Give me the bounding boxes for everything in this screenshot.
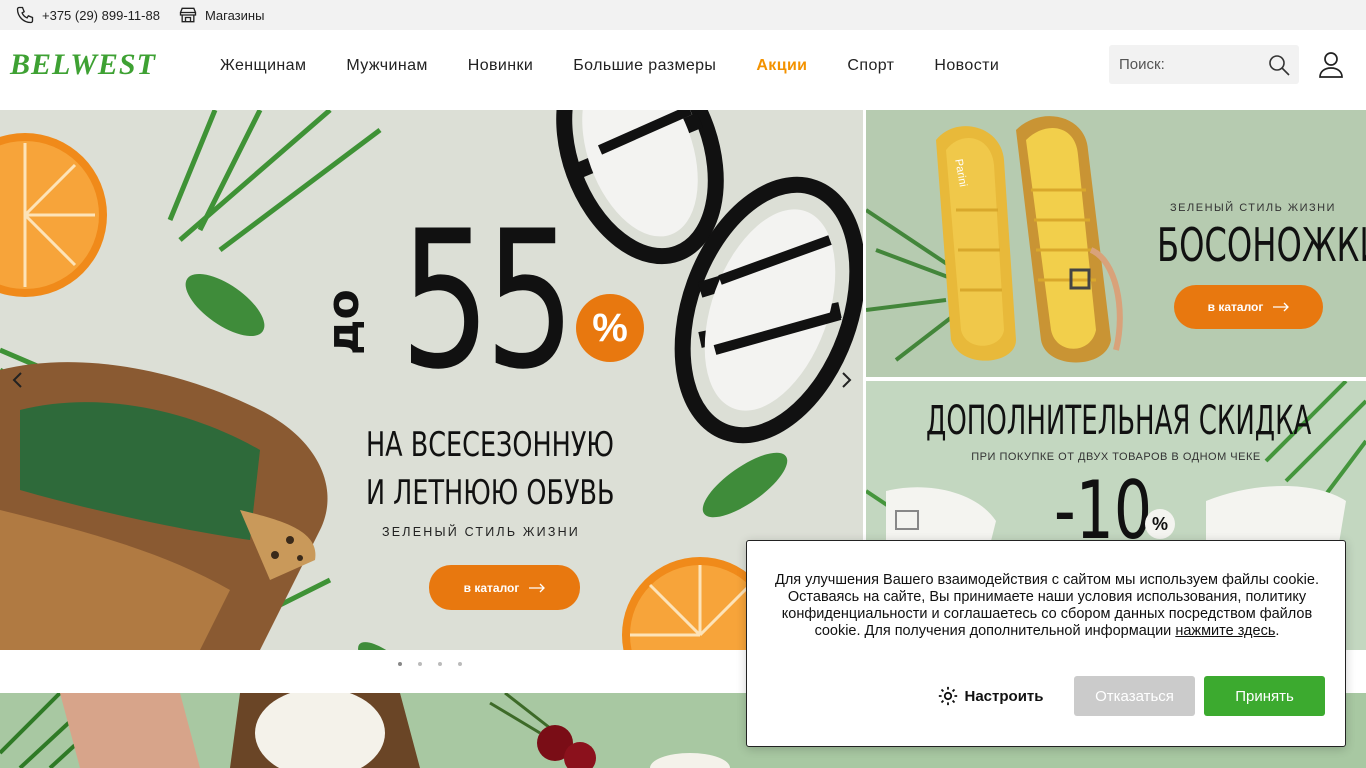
hero-line1: НА ВСЕСЕЗОННУЮ	[366, 425, 614, 465]
hero-banner[interactable]: до 55 % НА ВСЕСЕЗОННУЮ И ЛЕТНЮЮ ОБУВЬ ЗЕ…	[0, 110, 863, 650]
cookie-text: Для улучшения Вашего взаимодействия с са…	[767, 572, 1327, 640]
hero-line2: И ЛЕТНЮЮ ОБУВЬ	[366, 473, 615, 513]
sandals-title: БОСОНОЖКИ	[1157, 218, 1366, 272]
user-icon[interactable]	[1316, 50, 1346, 80]
cookie-period: .	[1275, 623, 1280, 639]
search-input[interactable]	[1109, 56, 1259, 73]
nav-women[interactable]: Женщинам	[200, 57, 326, 75]
carousel-dots	[398, 662, 462, 666]
main-nav: Женщинам Мужчинам Новинки Большие размер…	[200, 30, 1019, 102]
carousel-dot[interactable]	[398, 662, 402, 666]
gear-icon	[938, 686, 957, 706]
discount-subtitle: ПРИ ПОКУПКЕ ОТ ДВУХ ТОВАРОВ В ОДНОМ ЧЕКЕ	[971, 451, 1261, 463]
carousel-dot[interactable]	[458, 662, 462, 666]
carousel-dot[interactable]	[418, 662, 422, 666]
cookie-accept-button[interactable]: Принять	[1204, 676, 1325, 716]
search-box	[1109, 45, 1299, 84]
discount-percent: %	[1151, 513, 1168, 534]
nav-sale[interactable]: Акции	[736, 57, 827, 75]
discount-title: ДОПОЛНИТЕЛЬНАЯ СКИДКА	[926, 398, 1312, 444]
carousel-prev-icon[interactable]	[10, 368, 26, 392]
stores-label: Магазины	[204, 7, 265, 23]
sandals-catalog-label: в каталог	[1207, 300, 1264, 314]
cookie-settings-label: Настроить	[964, 687, 1044, 705]
nav-big-sizes[interactable]: Большие размеры	[553, 57, 736, 75]
nav-men[interactable]: Мужчинам	[326, 57, 447, 75]
hero-catalog-button[interactable]: в каталог	[429, 565, 580, 610]
logo[interactable]: BELWEST	[10, 48, 156, 82]
stores-link[interactable]: Магазины	[178, 5, 265, 25]
store-icon	[179, 7, 197, 23]
phone-number: +375 (29) 899-11-88	[42, 7, 160, 23]
sandals-tagline: ЗЕЛЕНЫЙ СТИЛЬ ЖИЗНИ	[1170, 202, 1336, 214]
hero-catalog-label: в каталог	[463, 580, 520, 595]
hero-prefix: до	[318, 289, 369, 355]
search-icon[interactable]	[1267, 53, 1291, 77]
phone-link[interactable]: +375 (29) 899-11-88	[15, 5, 160, 25]
cookie-consent-dialog: Для улучшения Вашего взаимодействия с са…	[746, 540, 1346, 747]
cookie-more-link[interactable]: нажмите здесь	[1175, 623, 1275, 639]
cookie-settings-button[interactable]: Настроить	[935, 676, 1045, 716]
discount-value: -10	[1054, 464, 1153, 557]
carousel-dot[interactable]	[438, 662, 442, 666]
discount-percent-badge: %	[1145, 509, 1175, 539]
sandals-catalog-button[interactable]: в каталог	[1174, 285, 1323, 329]
arrow-right-icon	[1273, 302, 1290, 312]
phone-icon	[16, 6, 34, 24]
header: BELWEST Женщинам Мужчинам Новинки Больши…	[0, 30, 1366, 102]
nav-news[interactable]: Новости	[914, 57, 1019, 75]
hero-percent: %	[592, 305, 628, 350]
hero-percent-badge: %	[576, 294, 644, 362]
nav-sport[interactable]: Спорт	[827, 57, 914, 75]
cookie-reject-button[interactable]: Отказаться	[1074, 676, 1195, 716]
nav-new[interactable]: Новинки	[448, 57, 553, 75]
arrow-right-icon	[529, 583, 546, 592]
hero-tagline: ЗЕЛЕНЫЙ СТИЛЬ ЖИЗНИ	[382, 525, 580, 539]
carousel-next-icon[interactable]	[838, 368, 854, 392]
sandals-banner[interactable]: Parini ЗЕЛЕНЫЙ СТИЛЬ ЖИЗНИ БОСОНОЖКИ в к…	[866, 110, 1366, 377]
hero-number: 55	[400, 190, 575, 411]
top-bar: +375 (29) 899-11-88 Магазины	[0, 0, 1366, 30]
